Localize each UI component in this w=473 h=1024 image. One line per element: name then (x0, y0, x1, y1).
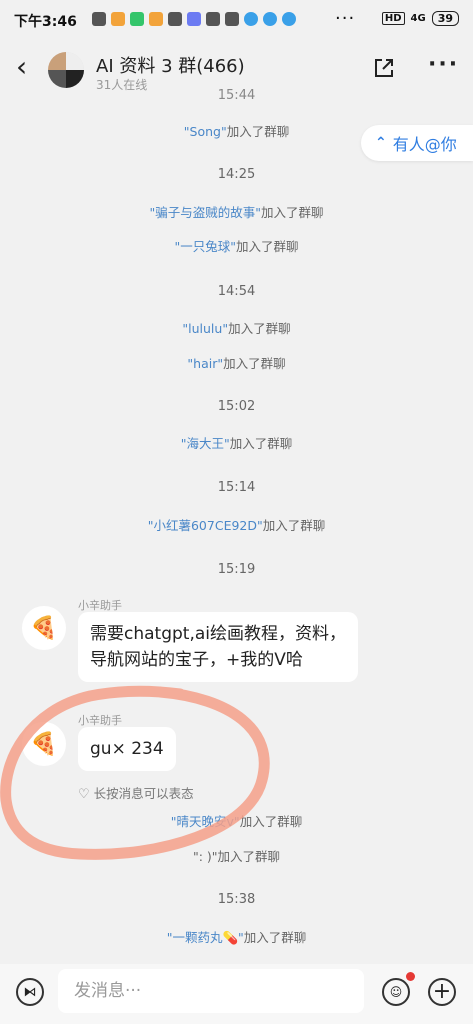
app-icon (282, 12, 296, 26)
more-icon[interactable]: ··· (428, 52, 459, 77)
sender-name: 小辛助手 (78, 714, 122, 727)
notice-text: 加入了群聊 (260, 205, 324, 220)
join-notice: "Song"加入了群聊 (0, 121, 473, 140)
notice-text: 加入了群聊 (217, 849, 281, 864)
avatar-tile (48, 70, 66, 88)
emoji-icon[interactable]: ☺ (382, 978, 410, 1006)
play-icon (187, 12, 201, 26)
message-bubble[interactable]: gu× 234 (78, 727, 176, 771)
nickname[interactable]: ": )" (193, 849, 218, 864)
group-title: AI 资料 3 群(466) (96, 56, 245, 77)
timestamp: 15:02 (217, 399, 256, 414)
nickname[interactable]: "晴天晚安v" (171, 814, 240, 829)
nickname[interactable]: "lululu" (182, 321, 228, 336)
join-notice: "小红薯607CE92D"加入了群聊 (0, 515, 473, 534)
join-notice: ": )"加入了群聊 (0, 846, 473, 865)
reaction-hint: ♡ 长按消息可以表态 (78, 783, 194, 802)
wechat-icon (130, 12, 144, 26)
avatar-tile (66, 52, 84, 70)
message-bubble[interactable]: 需要chatgpt,ai绘画教程，资料， 导航网站的宝子，+我的V哈 (78, 612, 358, 682)
nickname[interactable]: "Song" (184, 124, 227, 139)
notice-text: 加入了群聊 (223, 356, 286, 371)
nickname[interactable]: "一只兔球" (174, 239, 236, 254)
gallery-icon (206, 12, 220, 26)
notice-text: 加入了群聊 (226, 124, 290, 139)
message-text: gu× 234 (90, 739, 164, 759)
timestamp: 15:44 (217, 88, 256, 103)
nickname[interactable]: "hair" (187, 356, 223, 371)
app-icon (244, 12, 258, 26)
join-notice: "海大王"加入了群聊 (0, 433, 473, 452)
notice-text: 加入了群聊 (239, 814, 303, 829)
hd-icon: HD (381, 12, 405, 25)
nickname[interactable]: "海大王" (181, 436, 230, 451)
reaction-hint-text: 长按消息可以表态 (93, 786, 194, 801)
plus-icon[interactable]: + (428, 978, 456, 1006)
pizza-icon[interactable]: 🍕 (22, 722, 66, 766)
input-bar: ⧑ ☺ + (0, 964, 473, 1024)
gallery-icon (225, 12, 239, 26)
nickname[interactable]: "骗子与盗贼的故事" (149, 205, 261, 220)
join-notice: "晴天晚安v"加入了群聊 (0, 811, 473, 830)
group-avatar[interactable] (48, 52, 84, 88)
notice-text: 加入了群聊 (235, 239, 299, 254)
timestamp: 14:25 (217, 167, 256, 182)
avatar-tile (48, 52, 66, 70)
chevron-left-icon[interactable]: ‹ (16, 53, 27, 81)
message-input[interactable] (58, 969, 364, 1013)
notice-text: 加入了群聊 (229, 436, 293, 451)
app-icon (149, 12, 163, 26)
sender-name: 小辛助手 (78, 599, 122, 612)
timestamp: 15:14 (217, 480, 256, 495)
app-icon (263, 12, 277, 26)
message-line: 导航网站的宝子，+我的V哈 (90, 650, 303, 670)
notice-text: 加入了群聊 (262, 518, 326, 533)
message-icon (92, 12, 106, 26)
join-notice: "lululu"加入了群聊 (0, 318, 473, 337)
avatar-tile (66, 70, 84, 88)
signal-icon: 4G (410, 13, 426, 24)
upload-icon (168, 12, 182, 26)
timestamp: 15:19 (217, 562, 256, 577)
pizza-icon[interactable]: 🍕 (22, 606, 66, 650)
heart-icon: ♡ (78, 787, 90, 802)
message-line: 需要chatgpt,ai绘画教程，资料， (90, 624, 346, 644)
status-time: 下午3:46 (14, 14, 77, 30)
app-icon (111, 12, 125, 26)
join-notice: "骗子与盗贼的故事"加入了群聊 (0, 202, 473, 221)
annotation-circle (0, 685, 270, 860)
battery-icon: 39 (431, 11, 459, 26)
more-notifications-icon: ··· (335, 8, 356, 29)
join-notice: "hair"加入了群聊 (0, 353, 473, 372)
join-notice: "一颗药丸💊"加入了群聊 (0, 927, 473, 946)
external-link-icon[interactable] (372, 56, 396, 80)
notification-dot (406, 972, 415, 981)
notification-icons (92, 12, 296, 26)
join-notice: "一只兔球"加入了群聊 (0, 236, 473, 255)
nickname[interactable]: "小红薯607CE92D" (148, 518, 263, 533)
notice-text: 加入了群聊 (243, 930, 307, 945)
status-bar: 下午3:46 ··· HD 4G 39 (0, 0, 473, 40)
timestamp: 15:38 (217, 892, 256, 907)
notice-text: 加入了群聊 (228, 321, 291, 336)
status-right: HD 4G 39 (381, 11, 459, 26)
voice-icon[interactable]: ⧑ (16, 978, 44, 1006)
timestamp: 14:54 (217, 284, 256, 299)
nickname[interactable]: "一颗药丸💊" (167, 930, 244, 945)
